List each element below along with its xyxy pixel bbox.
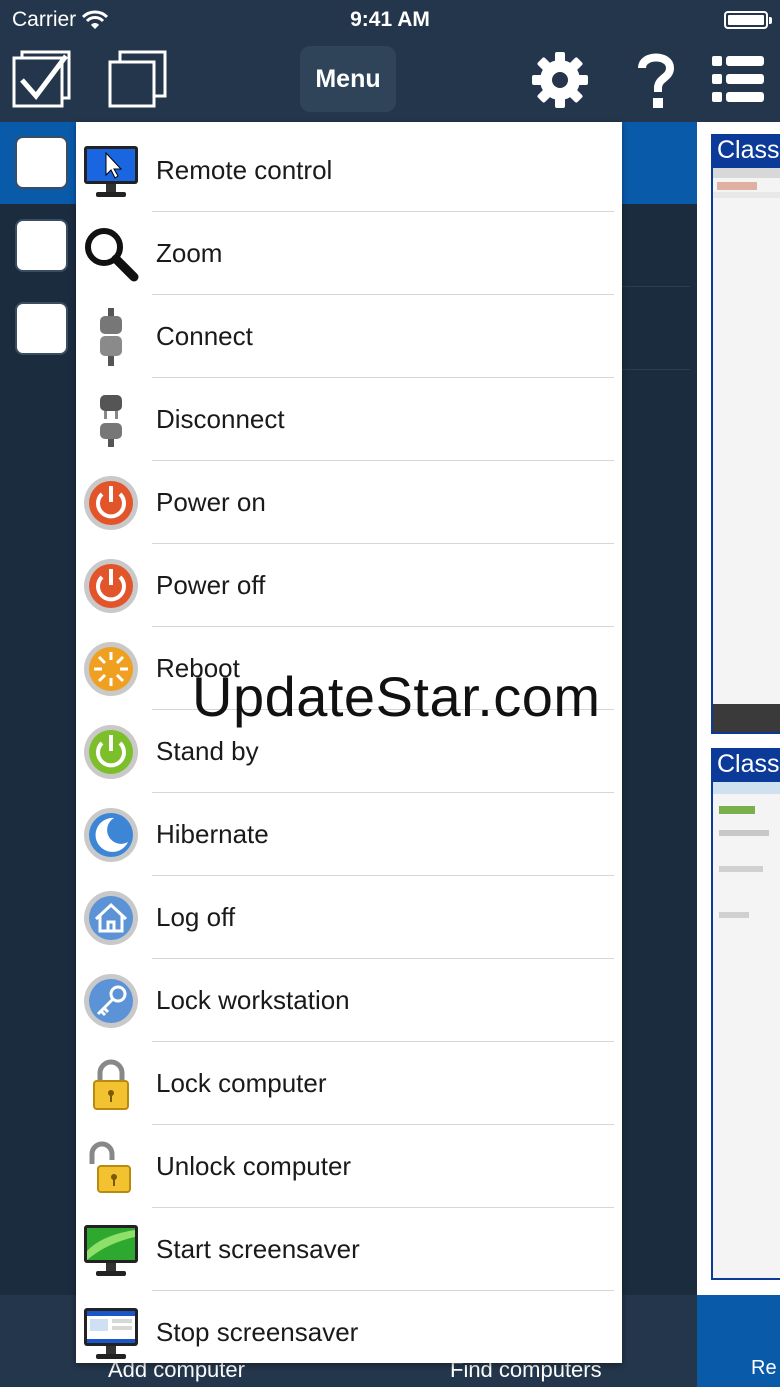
- menu-item-label: Log off: [156, 902, 236, 932]
- row-checkbox[interactable]: [15, 219, 68, 272]
- logoff-house-icon: [84, 891, 138, 945]
- menu-item-label: Disconnect: [156, 404, 285, 434]
- key-icon: [84, 974, 138, 1028]
- menu-item-zoom[interactable]: Zoom: [76, 212, 622, 295]
- menu-item-label: Zoom: [156, 238, 223, 268]
- menu-item-connect[interactable]: Connect: [76, 295, 622, 378]
- thumbnail-screen: [713, 782, 780, 1278]
- padlock-open-icon: [89, 1141, 131, 1193]
- menu-item-label: Power off: [156, 570, 266, 600]
- menu-item-disconnect[interactable]: Disconnect: [76, 378, 622, 461]
- app-screen: Carrier 9:41 AM Menu Class Class Add com…: [0, 0, 780, 1387]
- menu-item-power-on[interactable]: Power on: [76, 461, 622, 544]
- menu-item-unlock-computer[interactable]: Unlock computer: [76, 1125, 622, 1208]
- top-toolbar: Menu: [0, 40, 780, 122]
- thumbnail-title: Class: [717, 750, 780, 778]
- actions-menu: Remote control Zoom Connect Disconnect P…: [76, 122, 622, 1363]
- monitor-cursor-icon: [84, 146, 138, 197]
- row-checkbox[interactable]: [15, 136, 68, 189]
- clock: 9:41 AM: [350, 8, 430, 31]
- menu-item-label: Power on: [156, 487, 266, 517]
- row-checkbox[interactable]: [15, 302, 68, 355]
- computer-thumbnail[interactable]: Class: [711, 134, 780, 734]
- menu-item-label: Lock workstation: [156, 985, 350, 1015]
- menu-item-label: Hibernate: [156, 819, 269, 849]
- bottom-right-label: Re: [751, 1357, 777, 1379]
- padlock-closed-icon: [93, 1059, 129, 1110]
- menu-item-power-off[interactable]: Power off: [76, 544, 622, 627]
- screensaver-start-icon: [84, 1225, 138, 1276]
- thumbnail-screen: [713, 168, 780, 732]
- menu-item-hibernate[interactable]: Hibernate: [76, 793, 622, 876]
- standby-icon: [84, 725, 138, 779]
- plug-connected-icon: [100, 308, 122, 366]
- select-all-icon[interactable]: [12, 50, 72, 110]
- computer-thumbnail[interactable]: Class: [711, 748, 780, 1280]
- menu-button[interactable]: Menu: [300, 46, 396, 112]
- help-icon[interactable]: [636, 50, 676, 110]
- menu-item-lock-computer[interactable]: Lock computer: [76, 1042, 622, 1125]
- menu-item-label: Stop screensaver: [156, 1317, 359, 1347]
- reboot-icon: [84, 642, 138, 696]
- magnifier-icon: [85, 228, 139, 282]
- status-bar: Carrier 9:41 AM: [0, 0, 780, 40]
- menu-item-label: Remote control: [156, 155, 333, 185]
- plug-disconnected-icon: [100, 395, 122, 447]
- menu-item-label: Connect: [156, 321, 253, 351]
- power-off-icon: [84, 559, 138, 613]
- power-on-icon: [84, 476, 138, 530]
- watermark-text: UpdateStar.com: [192, 665, 601, 728]
- gear-icon[interactable]: [530, 50, 590, 110]
- menu-item-label: Start screensaver: [156, 1234, 360, 1264]
- deselect-all-icon[interactable]: [108, 50, 168, 110]
- menu-item-label: Unlock computer: [156, 1151, 352, 1181]
- menu-item-remote-control[interactable]: Remote control: [76, 129, 622, 212]
- menu-item-lock-workstation[interactable]: Lock workstation: [76, 959, 622, 1042]
- hibernate-moon-icon: [84, 808, 138, 862]
- menu-item-start-screensaver[interactable]: Start screensaver: [76, 1208, 622, 1291]
- menu-item-stop-screensaver[interactable]: Stop screensaver: [76, 1291, 622, 1374]
- bottom-right-tab[interactable]: Re: [697, 1295, 780, 1387]
- menu-item-log-off[interactable]: Log off: [76, 876, 622, 959]
- menu-item-label: Lock computer: [156, 1068, 327, 1098]
- list-view-icon[interactable]: [710, 54, 766, 104]
- thumbnail-title: Class: [717, 136, 780, 164]
- battery-icon: [724, 11, 772, 29]
- screensaver-stop-icon: [84, 1308, 138, 1359]
